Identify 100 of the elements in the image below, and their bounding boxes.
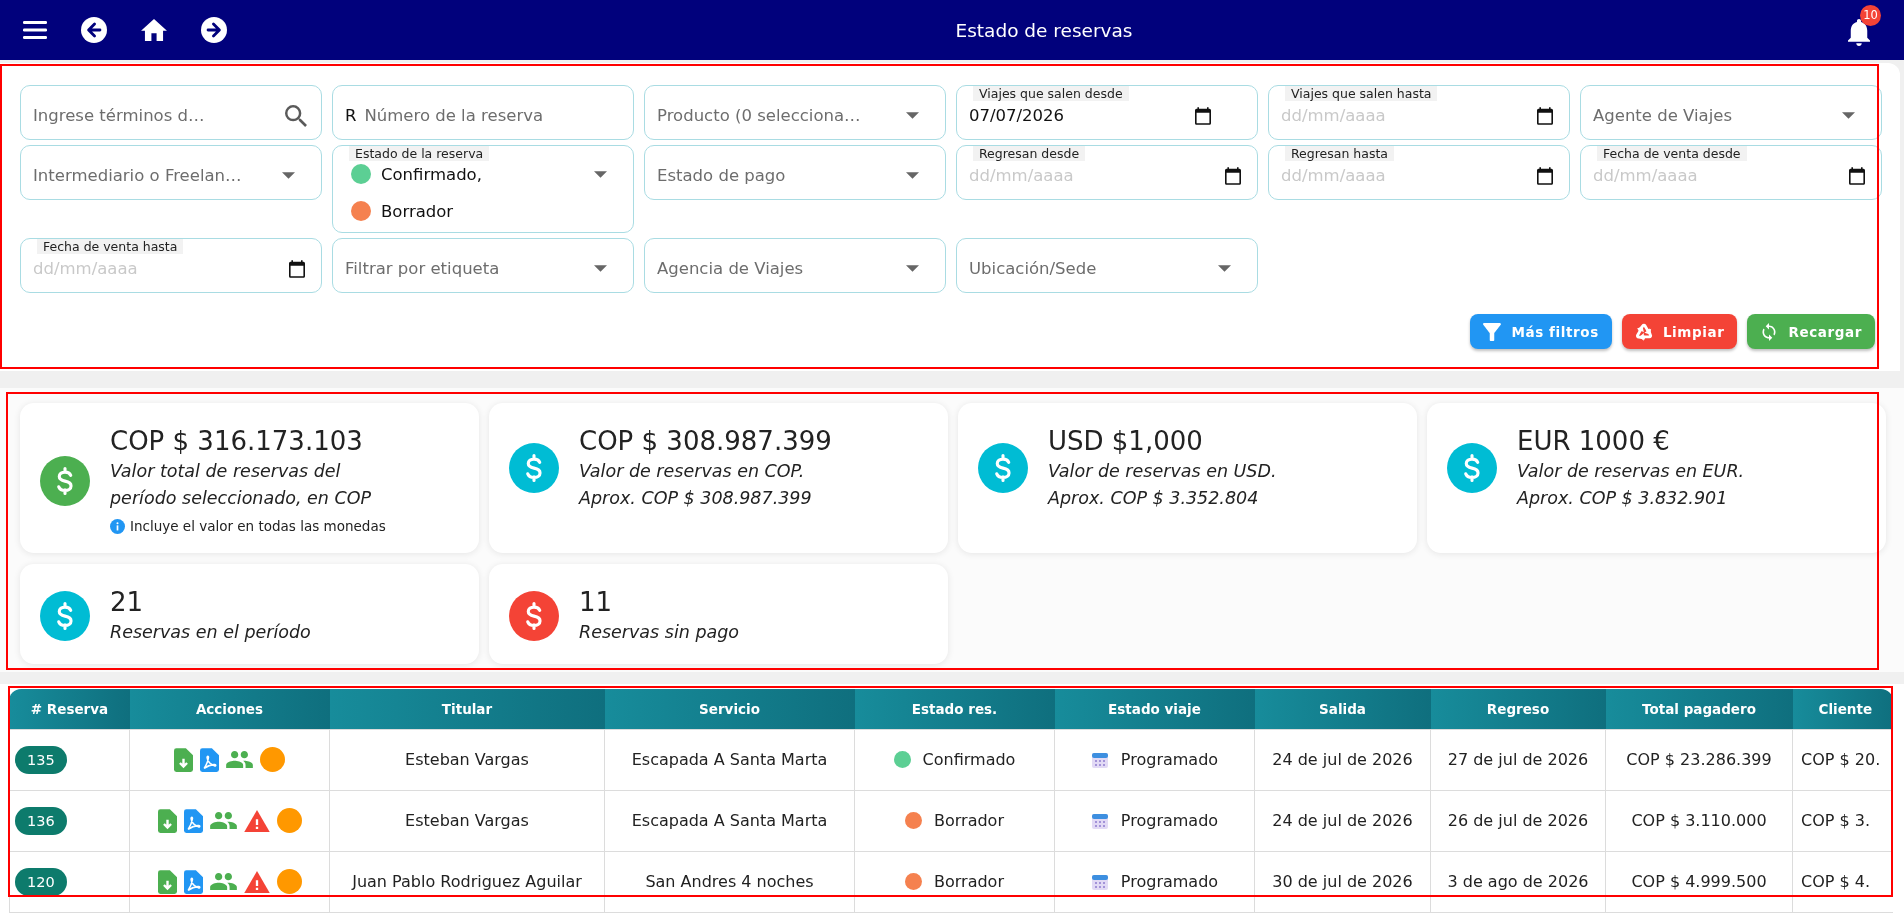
status-label: Borrador bbox=[934, 872, 1004, 891]
reservation-badge[interactable]: 120 bbox=[15, 867, 67, 896]
date-field[interactable]: Viajes que salen desde 07/07/2026 bbox=[956, 85, 1258, 140]
field-label: Estado de la reserva bbox=[349, 146, 490, 161]
card-value: COP $ 316.173.103 bbox=[110, 425, 364, 458]
text-field[interactable]: R Número de la reserva bbox=[332, 85, 634, 140]
table-cell: Esteban Vargas bbox=[329, 790, 605, 851]
table-cell: 24 de jul de 2026 bbox=[1254, 729, 1431, 790]
people-icon[interactable] bbox=[209, 812, 237, 829]
column-header[interactable]: Servicio bbox=[604, 689, 855, 729]
calendar-icon[interactable] bbox=[1195, 106, 1211, 125]
select-field[interactable]: Intermediario o Freelan… bbox=[20, 145, 322, 200]
table-cell: COP $ 3.110.000 bbox=[1605, 790, 1793, 851]
page-title: Estado de reservas bbox=[955, 19, 1133, 41]
filter-icon bbox=[1483, 322, 1502, 341]
warning-icon[interactable] bbox=[243, 809, 270, 832]
table-cell: 30 de jul de 2026 bbox=[1254, 851, 1431, 912]
card-description: Reservas sin pago bbox=[579, 621, 740, 644]
search-icon bbox=[285, 104, 307, 127]
column-header[interactable]: # Reserva bbox=[9, 689, 130, 729]
trip-status-label: Programado bbox=[1120, 872, 1219, 891]
table-cell: San Andres 4 noches bbox=[604, 851, 855, 912]
calendar-icon[interactable] bbox=[1537, 166, 1553, 185]
card-note: Incluye el valor en todas las monedas bbox=[130, 517, 386, 536]
circle-icon[interactable] bbox=[276, 808, 302, 833]
card-description: Valor de reservas en USD. bbox=[1048, 460, 1277, 483]
calendar-icon[interactable] bbox=[289, 259, 305, 278]
calendar-icon[interactable] bbox=[1537, 106, 1553, 125]
calendar-icon bbox=[1090, 750, 1109, 769]
table-cell: COP $ 4.999.500 bbox=[1605, 851, 1793, 912]
warning-icon[interactable] bbox=[243, 870, 270, 893]
column-header[interactable]: Estado viaje bbox=[1054, 689, 1255, 729]
select-field[interactable]: Producto (0 selecciona… bbox=[644, 85, 946, 140]
circle-icon[interactable] bbox=[260, 747, 285, 772]
download-file-icon[interactable] bbox=[174, 747, 193, 772]
table-cell: 24 de jul de 2026 bbox=[1254, 790, 1431, 851]
caret-icon bbox=[594, 265, 607, 272]
clear-button[interactable]: Limpiar bbox=[1621, 314, 1738, 349]
select-field[interactable]: Agente de Viajes bbox=[1580, 85, 1882, 140]
column-header[interactable]: Total pagadero bbox=[1605, 689, 1793, 729]
card-description: Valor de reservas en EUR. bbox=[1517, 460, 1745, 483]
table-cell: 26 de jul de 2026 bbox=[1430, 790, 1606, 851]
table-cell: COP $ 20. bbox=[1792, 729, 1893, 790]
card-value: USD $1,000 bbox=[1048, 425, 1204, 458]
calendar-icon[interactable] bbox=[1225, 166, 1241, 185]
table-cell: COP $ 23.286.399 bbox=[1605, 729, 1793, 790]
trip-status-label: Programado bbox=[1120, 811, 1219, 830]
reservation-badge[interactable]: 135 bbox=[15, 745, 67, 774]
caret-icon bbox=[594, 171, 607, 178]
multiselect-field[interactable]: Estado de la reserva Confirmado, Borrador bbox=[332, 145, 634, 233]
download-file-icon[interactable] bbox=[157, 808, 177, 833]
download-file-icon[interactable] bbox=[157, 869, 177, 894]
table-cell: 27 de jul de 2026 bbox=[1430, 729, 1606, 790]
card-value: 11 bbox=[579, 586, 614, 619]
calendar-icon bbox=[1090, 811, 1109, 830]
reservation-badge[interactable]: 136 bbox=[15, 806, 67, 835]
people-icon[interactable] bbox=[209, 873, 237, 890]
column-header[interactable]: Cliente bbox=[1792, 689, 1893, 729]
calendar-icon bbox=[1090, 872, 1109, 891]
menu-icon[interactable] bbox=[23, 21, 47, 39]
card-description: Valor total de reservas del período seleccionado, en COP bbox=[110, 460, 373, 510]
card-approx-value: Aprox. COP $ 308.987.399 bbox=[579, 487, 813, 510]
field-label: Viajes que salen hasta bbox=[1285, 86, 1438, 101]
table-cell: Juan Pablo Rodriguez Aguilar bbox=[329, 851, 605, 912]
info-icon bbox=[110, 518, 125, 534]
caret-icon bbox=[906, 265, 919, 272]
field-label: Fecha de venta desde bbox=[1597, 146, 1747, 161]
people-icon[interactable] bbox=[226, 751, 253, 768]
circle-icon[interactable] bbox=[276, 869, 302, 894]
pdf-file-icon[interactable] bbox=[183, 808, 203, 833]
recycle-icon bbox=[1634, 322, 1653, 341]
card-approx-value: Aprox. COP $ 3.832.901 bbox=[1517, 487, 1729, 510]
column-header[interactable]: Regreso bbox=[1430, 689, 1606, 729]
select-field[interactable]: Estado de pago bbox=[644, 145, 946, 200]
pdf-file-icon[interactable] bbox=[200, 747, 219, 772]
select-field[interactable]: Filtrar por etiqueta bbox=[332, 238, 634, 293]
column-header[interactable]: Estado res. bbox=[854, 689, 1055, 729]
status-label: Confirmado bbox=[922, 750, 1016, 769]
search-field[interactable]: Ingrese términos d… bbox=[20, 85, 322, 140]
pdf-file-icon[interactable] bbox=[183, 869, 203, 894]
status-label: Borrador bbox=[934, 811, 1004, 830]
table-cell: 3 de ago de 2026 bbox=[1430, 851, 1606, 912]
notification-badge: 10 bbox=[1860, 4, 1881, 26]
table-cell: Escapada A Santa Marta bbox=[604, 790, 855, 851]
select-field[interactable]: Agencia de Viajes bbox=[644, 238, 946, 293]
table-cell: Escapada A Santa Marta bbox=[604, 729, 855, 790]
chip-label: Borrador bbox=[381, 201, 454, 221]
select-field[interactable]: Ubicación/Sede bbox=[956, 238, 1258, 293]
home-icon[interactable] bbox=[141, 19, 167, 41]
caret-icon bbox=[906, 172, 919, 179]
field-label: Regresan desde bbox=[973, 146, 1086, 161]
filter-button[interactable]: Más filtros bbox=[1470, 314, 1612, 349]
column-header[interactable]: Acciones bbox=[129, 689, 330, 729]
reload-button[interactable]: Recargar bbox=[1747, 314, 1875, 349]
column-header[interactable]: Titular bbox=[329, 689, 605, 729]
card-approx-value: Aprox. COP $ 3.352.804 bbox=[1048, 487, 1260, 510]
calendar-icon[interactable] bbox=[1849, 166, 1865, 185]
column-header[interactable]: Salida bbox=[1254, 689, 1431, 729]
card-value: 21 bbox=[110, 586, 145, 619]
bell-icon[interactable] bbox=[1848, 18, 1870, 46]
